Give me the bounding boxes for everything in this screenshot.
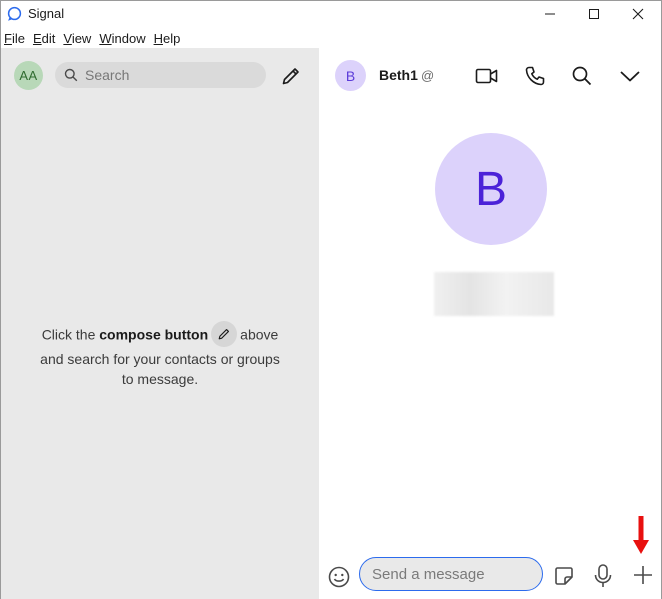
menu-view-mnemonic: V bbox=[63, 31, 72, 46]
contact-name[interactable]: Beth1 bbox=[379, 67, 418, 83]
contact-hero-avatar: B bbox=[435, 133, 547, 245]
message-composer bbox=[319, 553, 661, 599]
voice-call-icon bbox=[525, 66, 545, 86]
menu-window-mnemonic: W bbox=[99, 31, 112, 46]
voice-call-button[interactable] bbox=[522, 63, 548, 89]
window-title: Signal bbox=[28, 6, 65, 21]
menu-help[interactable]: Help bbox=[151, 29, 186, 48]
red-arrow-annotation-icon bbox=[633, 516, 649, 554]
menu-edit-rest: dit bbox=[41, 31, 56, 46]
search-icon bbox=[64, 68, 78, 82]
minimize-button[interactable] bbox=[527, 1, 573, 27]
minimize-icon bbox=[545, 13, 555, 15]
menu-window[interactable]: Window bbox=[96, 29, 150, 48]
menu-file-mnemonic: F bbox=[4, 31, 12, 46]
menu-window-rest: indow bbox=[111, 31, 146, 46]
message-input[interactable] bbox=[359, 557, 543, 591]
menu-file-rest: ile bbox=[11, 31, 25, 46]
maximize-button[interactable] bbox=[571, 1, 617, 27]
menu-help-mnemonic: H bbox=[153, 31, 163, 46]
menu-view[interactable]: View bbox=[60, 29, 96, 48]
contact-note-icon: @ bbox=[421, 68, 435, 83]
empty-state-line3: to message. bbox=[121, 371, 199, 387]
search-icon bbox=[572, 66, 592, 86]
emoji-icon[interactable] bbox=[327, 565, 351, 589]
menu-edit-mnemonic: E bbox=[32, 31, 42, 46]
search-box[interactable] bbox=[55, 62, 266, 88]
video-call-button[interactable] bbox=[474, 63, 500, 89]
empty-state-text-after: above bbox=[240, 326, 279, 343]
search-input[interactable] bbox=[85, 62, 260, 88]
empty-state-message: Click the compose button above and search… bbox=[21, 321, 299, 389]
inline-compose-icon bbox=[211, 321, 238, 347]
conversation-pane: B Beth1 @ B bbox=[319, 48, 661, 599]
plus-icon[interactable] bbox=[631, 563, 655, 587]
close-button[interactable] bbox=[615, 1, 661, 27]
conversation-search-button[interactable] bbox=[569, 63, 595, 89]
blurred-contact-info bbox=[434, 272, 554, 316]
signal-window: Signal File Edit View Window Help AA Sea… bbox=[0, 0, 662, 599]
chevron-down-icon bbox=[620, 71, 640, 82]
profile-avatar[interactable]: AA bbox=[14, 61, 43, 90]
empty-state-text-before: Click the bbox=[41, 326, 96, 343]
menu-file[interactable]: File bbox=[1, 29, 30, 48]
conversation-list-pane: AA Click the compose button above and sea… bbox=[1, 48, 319, 599]
menu-bar: File Edit View Window Help bbox=[1, 29, 661, 48]
compose-pencil-icon bbox=[282, 68, 299, 85]
maximize-icon bbox=[589, 9, 599, 19]
video-call-icon bbox=[475, 68, 498, 84]
conversation-menu-button[interactable] bbox=[617, 63, 643, 89]
menu-edit[interactable]: Edit bbox=[30, 29, 60, 48]
empty-state-line2: and search for your contacts or groups bbox=[40, 351, 280, 367]
microphone-icon[interactable] bbox=[591, 563, 615, 589]
menu-help-rest: elp bbox=[162, 31, 181, 46]
empty-state-bold-text: compose button bbox=[99, 326, 209, 343]
sticker-icon[interactable] bbox=[552, 564, 576, 588]
compose-button[interactable] bbox=[278, 63, 304, 89]
close-icon bbox=[632, 8, 644, 20]
menu-view-rest: iew bbox=[71, 31, 92, 46]
title-bar: Signal bbox=[1, 1, 661, 27]
signal-logo-icon bbox=[7, 6, 22, 21]
contact-avatar[interactable]: B bbox=[335, 60, 366, 91]
